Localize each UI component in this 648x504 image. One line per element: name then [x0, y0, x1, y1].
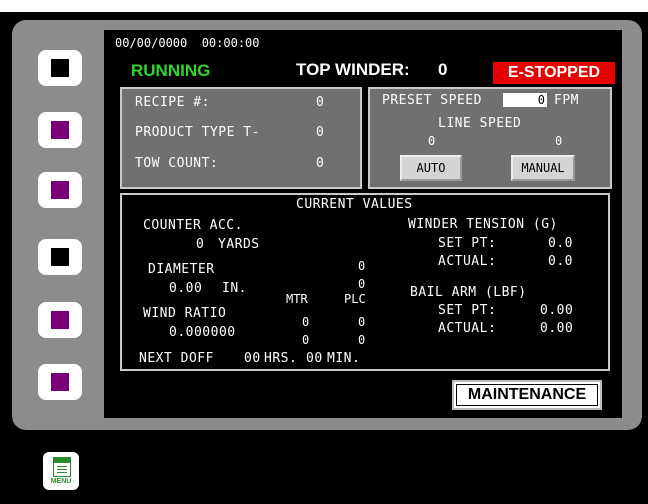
mtr-value-1: 0 — [302, 315, 310, 329]
soft-key-2[interactable] — [38, 112, 82, 148]
soft-key-4[interactable] — [38, 239, 82, 275]
tension-actual-value: 0.0 — [548, 254, 573, 269]
min-label: MIN. — [327, 351, 361, 366]
bail-arm-label: BAIL ARM (LBF) — [410, 285, 527, 300]
diameter-unit: IN. — [222, 281, 247, 296]
preset-speed-unit: FPM — [554, 93, 579, 108]
estop-indicator: E-STOPPED — [493, 62, 615, 84]
soft-key-1-indicator — [51, 59, 69, 77]
line-speed-right: 0 — [555, 134, 563, 148]
menu-label: MENU — [50, 478, 72, 485]
tension-actual-label: ACTUAL: — [438, 254, 497, 269]
manual-button[interactable]: MANUAL — [511, 155, 575, 181]
menu-button[interactable]: MENU — [43, 452, 79, 490]
mtr-value-2: 0 — [302, 333, 310, 347]
hrs-label: HRS. — [264, 351, 298, 366]
top-strip — [0, 0, 648, 12]
preset-speed-input[interactable]: 0 — [503, 93, 547, 107]
plc-value-1: 0 — [358, 315, 366, 329]
next-doff-minutes: 00 — [306, 351, 323, 366]
datetime: 00/00/0000 00:00:00 — [115, 36, 260, 50]
plc-top-value-2: 0 — [358, 277, 366, 291]
winder-label: TOP WINDER: — [296, 60, 410, 79]
soft-key-5[interactable] — [38, 302, 82, 338]
next-doff-hours: 00 — [244, 351, 261, 366]
tension-set-label: SET PT: — [438, 236, 497, 251]
soft-key-6[interactable] — [38, 364, 82, 400]
counter-unit: YARDS — [218, 237, 260, 252]
diameter-value: 0.00 — [169, 281, 203, 296]
tow-count-value[interactable]: 0 — [316, 156, 324, 171]
soft-key-3-indicator — [51, 181, 69, 199]
mtr-header: MTR — [286, 292, 308, 306]
recipe-value[interactable]: 0 — [316, 95, 324, 110]
line-speed-label: LINE SPEED — [438, 116, 522, 131]
wind-ratio-label: WIND RATIO — [143, 306, 227, 321]
bail-actual-value: 0.00 — [540, 321, 574, 336]
counter-label: COUNTER ACC. — [143, 218, 243, 233]
product-type-label: PRODUCT TYPE T- — [135, 125, 260, 140]
bail-actual-label: ACTUAL: — [438, 321, 497, 336]
plc-top-value-1: 0 — [358, 259, 366, 273]
plc-value-2: 0 — [358, 333, 366, 347]
bail-set-label: SET PT: — [438, 303, 497, 318]
maintenance-button[interactable]: MAINTENANCE — [452, 380, 602, 410]
soft-key-3[interactable] — [38, 172, 82, 208]
wind-ratio-value: 0.000000 — [169, 325, 236, 340]
preset-speed-label: PRESET SPEED — [382, 93, 482, 108]
soft-key-1[interactable] — [38, 50, 82, 86]
counter-value: 0 — [196, 237, 205, 252]
soft-key-5-indicator — [51, 311, 69, 329]
product-type-value[interactable]: 0 — [316, 125, 324, 140]
bail-set-value: 0.00 — [540, 303, 574, 318]
tension-set-value: 0.0 — [548, 236, 573, 251]
menu-icon — [53, 457, 71, 477]
status-running: RUNNING — [131, 61, 211, 80]
tow-count-label: TOW COUNT: — [135, 156, 219, 171]
soft-key-2-indicator — [51, 121, 69, 139]
next-doff-label: NEXT DOFF — [139, 351, 214, 366]
line-speed-left: 0 — [428, 134, 436, 148]
soft-key-4-indicator — [51, 248, 69, 266]
plc-header: PLC — [344, 292, 366, 306]
winder-number: 0 — [438, 60, 448, 79]
winder-tension-label: WINDER TENSION (G) — [408, 217, 558, 232]
diameter-label: DIAMETER — [148, 262, 215, 277]
auto-button[interactable]: AUTO — [400, 155, 462, 181]
recipe-label: RECIPE #: — [135, 95, 210, 110]
current-values-title: CURRENT VALUES — [296, 197, 413, 212]
soft-key-6-indicator — [51, 373, 69, 391]
